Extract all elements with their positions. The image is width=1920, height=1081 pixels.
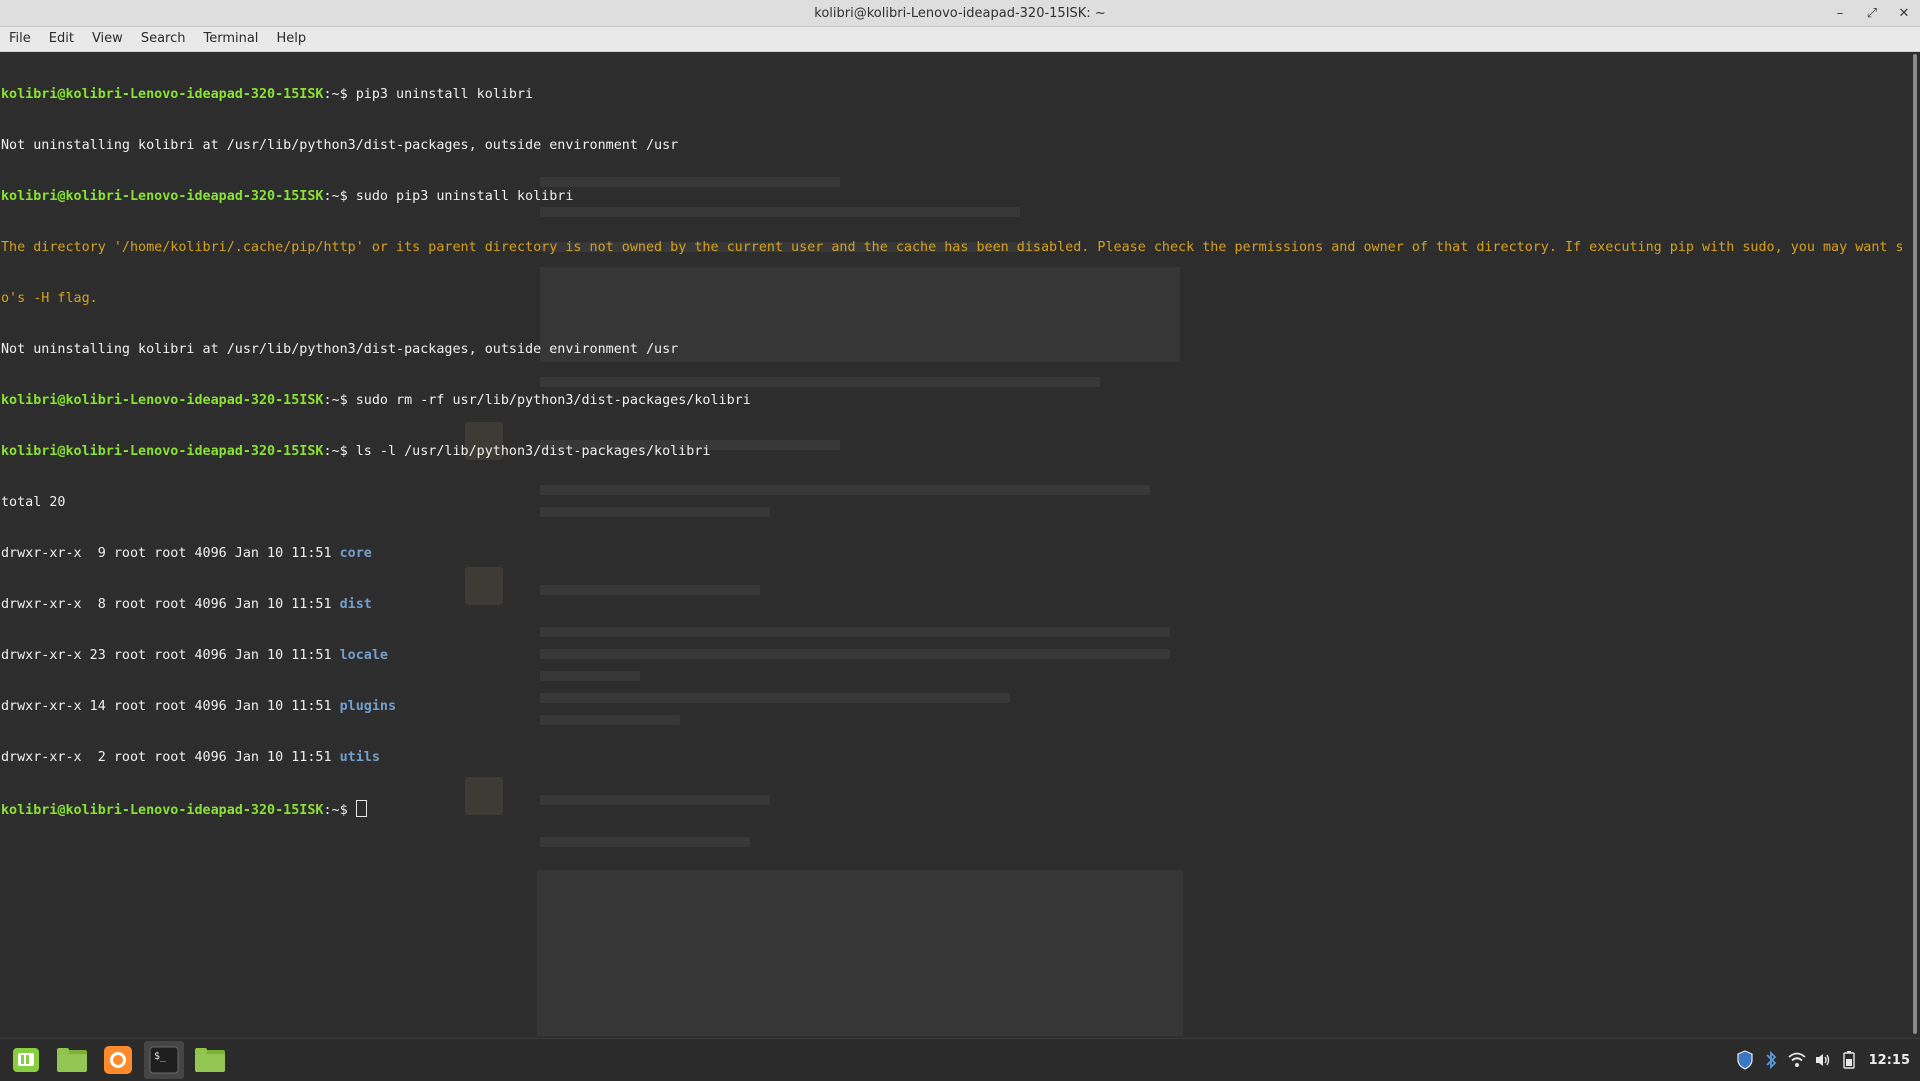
terminal-line: total 20 — [1, 495, 66, 510]
scrollbar-thumb[interactable] — [1913, 54, 1917, 1034]
menu-file[interactable]: File — [0, 27, 40, 51]
directory-name: utils — [339, 750, 380, 765]
warning-line: o's -H flag. — [1, 291, 98, 306]
clock[interactable]: 12:15 — [1869, 1053, 1910, 1068]
terminal-line: kolibri@kolibri-Lenovo-ideapad-320-15ISK… — [1, 444, 711, 459]
terminal-output: kolibri@kolibri-Lenovo-ideapad-320-15ISK… — [1, 52, 1902, 851]
menu-search[interactable]: Search — [132, 27, 195, 51]
wifi-icon[interactable] — [1785, 1048, 1809, 1072]
firefox-icon[interactable] — [98, 1041, 138, 1079]
terminal-line: Not uninstalling kolibri at /usr/lib/pyt… — [1, 138, 679, 153]
text-cursor[interactable] — [355, 800, 367, 817]
listing-row: drwxr-xr-x 9 root root 4096 Jan 10 11:51… — [1, 546, 372, 561]
terminal-line: Not uninstalling kolibri at /usr/lib/pyt… — [1, 342, 679, 357]
maximize-button[interactable]: ⤢ — [1856, 0, 1888, 26]
terminal-line: kolibri@kolibri-Lenovo-ideapad-320-15ISK… — [1, 800, 1902, 817]
listing-row: drwxr-xr-x 2 root root 4096 Jan 10 11:51… — [1, 750, 380, 765]
menu-edit[interactable]: Edit — [40, 27, 83, 51]
files-icon[interactable] — [52, 1041, 92, 1079]
mint-menu-icon[interactable] — [6, 1041, 46, 1079]
shield-icon[interactable] — [1733, 1048, 1757, 1072]
menu-help[interactable]: Help — [267, 27, 315, 51]
terminal-line: kolibri@kolibri-Lenovo-ideapad-320-15ISK… — [1, 393, 751, 408]
listing-row: drwxr-xr-x 23 root root 4096 Jan 10 11:5… — [1, 648, 388, 663]
taskbar: $_ 12:15 — [0, 1038, 1920, 1081]
directory-name: plugins — [339, 699, 397, 714]
command-text: sudo rm -rf usr/lib/python3/dist-package… — [355, 393, 751, 408]
folder-icon[interactable] — [190, 1041, 230, 1079]
bluetooth-icon[interactable] — [1759, 1048, 1783, 1072]
battery-icon[interactable] — [1837, 1048, 1861, 1072]
window-title: kolibri@kolibri-Lenovo-ideapad-320-15ISK… — [814, 5, 1106, 21]
terminal-area[interactable]: kolibri@kolibri-Lenovo-ideapad-320-15ISK… — [0, 52, 1910, 1036]
terminal-scrollbar[interactable] — [1910, 52, 1920, 1036]
command-text: sudo pip3 uninstall kolibri — [355, 189, 574, 204]
command-text: pip3 uninstall kolibri — [355, 87, 534, 102]
window-titlebar[interactable]: kolibri@kolibri-Lenovo-ideapad-320-15ISK… — [0, 0, 1920, 27]
close-button[interactable]: ✕ — [1888, 0, 1920, 26]
directory-name: locale — [339, 648, 388, 663]
minimize-button[interactable]: – — [1824, 0, 1856, 26]
directory-name: core — [339, 546, 372, 561]
menu-terminal[interactable]: Terminal — [194, 27, 267, 51]
warning-line: The directory '/home/kolibri/.cache/pip/… — [1, 240, 1902, 255]
menu-bar: File Edit View Search Terminal Help — [0, 27, 1920, 52]
volume-icon[interactable] — [1811, 1048, 1835, 1072]
system-tray: 12:15 — [1733, 1039, 1920, 1081]
directory-name: dist — [339, 597, 372, 612]
listing-row: drwxr-xr-x 14 root root 4096 Jan 10 11:5… — [1, 699, 397, 714]
listing-row: drwxr-xr-x 8 root root 4096 Jan 10 11:51… — [1, 597, 372, 612]
menu-view[interactable]: View — [83, 27, 132, 51]
terminal-line: kolibri@kolibri-Lenovo-ideapad-320-15ISK… — [1, 189, 574, 204]
terminal-icon[interactable]: $_ — [144, 1041, 184, 1079]
window-controls: – ⤢ ✕ — [1824, 0, 1920, 26]
command-text: ls -l /usr/lib/python3/dist-packages/kol… — [355, 444, 711, 459]
svg-text:$_: $_ — [154, 1051, 167, 1062]
terminal-line: kolibri@kolibri-Lenovo-ideapad-320-15ISK… — [1, 87, 534, 102]
